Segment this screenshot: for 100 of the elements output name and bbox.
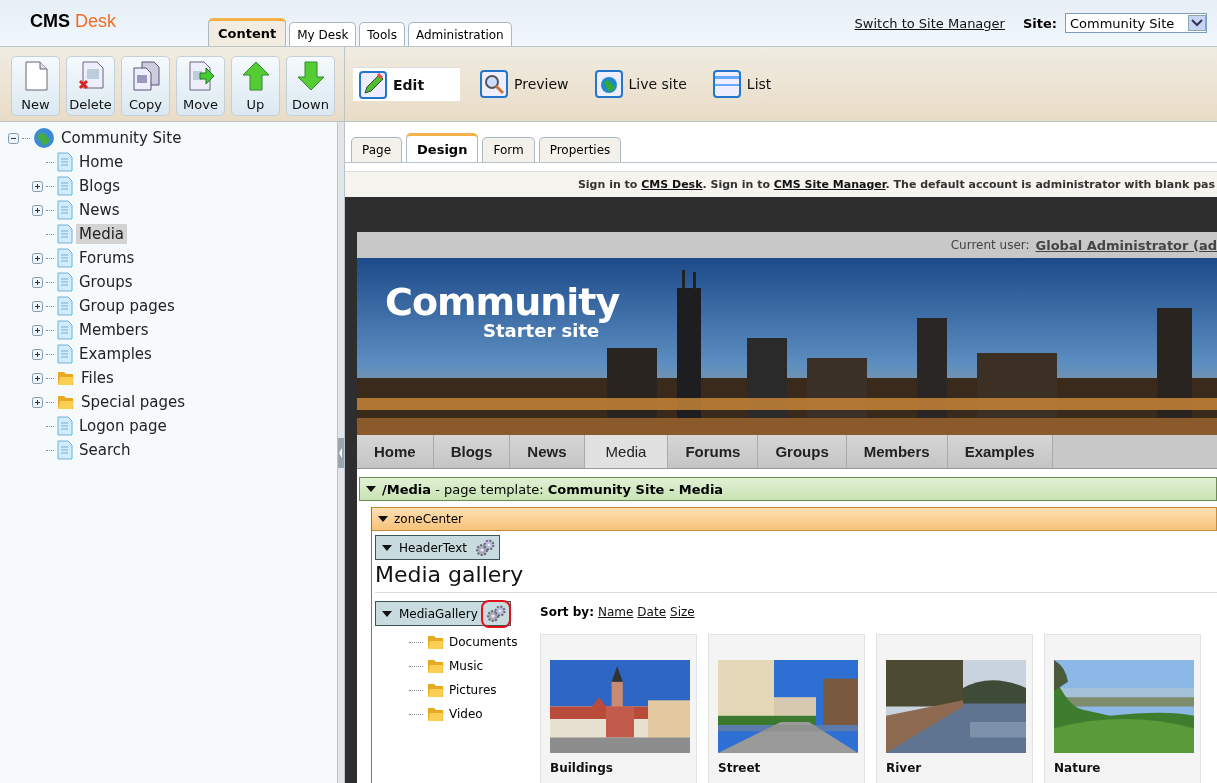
collapse-arrow-icon[interactable]: [378, 515, 388, 523]
tab[interactable]: Administration: [407, 22, 512, 46]
globe-icon: [33, 127, 55, 149]
switch-link[interactable]: Switch to Site Manager: [854, 15, 1005, 31]
tree-item[interactable]: Examples: [76, 344, 155, 364]
magnifier-icon: [480, 70, 508, 98]
tab[interactable]: My Desk: [289, 22, 357, 46]
gallery-card[interactable]: River: [876, 634, 1033, 783]
tree-item[interactable]: News: [76, 200, 123, 220]
view-mode-button[interactable]: Preview: [474, 67, 575, 101]
current-user-link[interactable]: Global Administrator (ad: [1035, 237, 1217, 253]
delete-page-icon: [77, 61, 104, 91]
folder-item[interactable]: Music: [449, 659, 484, 673]
sort-link[interactable]: Name: [597, 605, 634, 619]
nav-item[interactable]: Blogs: [433, 435, 511, 468]
folder-icon: [427, 634, 445, 650]
site-label: Site:: [1022, 15, 1057, 31]
sort-link[interactable]: Size: [670, 605, 695, 619]
expand-icon[interactable]: [32, 204, 43, 216]
site-dropdown[interactable]: Community Site: [1065, 13, 1207, 33]
toolbar-button[interactable]: Copy: [121, 56, 170, 116]
page-icon: [57, 224, 73, 244]
toolbar-button[interactable]: New: [11, 56, 60, 116]
tree-item[interactable]: Group pages: [76, 296, 178, 316]
page-icon: [57, 200, 73, 220]
link[interactable]: CMS Site Manager: [773, 178, 886, 191]
nav-item[interactable]: Groups: [758, 435, 847, 468]
folder-item[interactable]: Pictures: [449, 683, 497, 697]
tree-item[interactable]: Community Site: [58, 128, 185, 148]
collapse-arrow-icon[interactable]: [382, 543, 392, 552]
link[interactable]: CMS Desk: [641, 178, 703, 191]
gear-icon[interactable]: [473, 537, 496, 558]
tree-item[interactable]: Home: [76, 152, 127, 172]
tab[interactable]: Content: [208, 18, 287, 46]
page-icon: [22, 61, 49, 91]
nav-item[interactable]: Members: [846, 435, 948, 468]
gallery-caption: Street: [718, 761, 762, 775]
nav-item[interactable]: Forums: [668, 435, 759, 468]
collapse-arrow-icon[interactable]: [382, 609, 392, 618]
sort-link[interactable]: Date: [637, 605, 667, 619]
folder-item[interactable]: Video: [449, 707, 483, 721]
folder-icon: [57, 370, 75, 386]
folder-icon: [427, 682, 445, 698]
expand-icon[interactable]: [32, 348, 43, 360]
tab[interactable]: Properties: [538, 137, 622, 162]
tree-item[interactable]: Members: [76, 320, 152, 340]
pencil-icon: [359, 70, 387, 99]
page-icon: [57, 344, 73, 364]
page-heading: Media gallery: [375, 562, 525, 589]
copy-icon: [131, 61, 160, 91]
template-path: /Media - page template: Community Site - Media: [382, 481, 724, 497]
toolbar-button[interactable]: Down: [286, 56, 335, 116]
expand-icon[interactable]: [32, 396, 43, 408]
zone-name: zoneCenter: [394, 512, 464, 526]
nav-item[interactable]: News: [510, 435, 585, 468]
folder-item[interactable]: Documents: [449, 635, 518, 649]
nav-item[interactable]: Home: [357, 435, 434, 468]
toolbar-button[interactable]: Move: [176, 56, 225, 116]
tree-item[interactable]: Blogs: [76, 176, 123, 196]
gallery-card[interactable]: Street: [708, 634, 865, 783]
tab[interactable]: Design: [406, 133, 479, 162]
view-mode-button[interactable]: List: [706, 67, 778, 101]
gallery-card[interactable]: Buildings: [540, 634, 697, 783]
toolbar-button[interactable]: Up: [231, 56, 280, 116]
collapse-icon[interactable]: [8, 132, 19, 144]
page-icon: [57, 320, 73, 340]
view-mode-button[interactable]: Edit: [353, 67, 460, 101]
expand-icon[interactable]: [32, 300, 43, 312]
expand-icon[interactable]: [32, 276, 43, 288]
splitter-handle[interactable]: [338, 438, 344, 468]
tab[interactable]: Form: [482, 137, 535, 162]
expand-icon[interactable]: [32, 372, 43, 384]
logo-text: Desk: [75, 11, 116, 32]
view-mode-button[interactable]: Live site: [588, 67, 693, 101]
tree-item[interactable]: Forums: [76, 248, 138, 268]
collapse-arrow-icon[interactable]: [366, 485, 376, 493]
tree-item[interactable]: Search: [76, 440, 134, 460]
expand-icon[interactable]: [32, 180, 43, 192]
current-user-label: Current user:: [950, 238, 1030, 252]
toolbar-button[interactable]: Delete: [66, 56, 115, 116]
tab[interactable]: Tools: [359, 22, 405, 46]
page-icon: [57, 176, 73, 196]
page-icon: [57, 272, 73, 292]
nav-item[interactable]: Media: [584, 435, 669, 468]
expand-icon[interactable]: [32, 324, 43, 336]
logo-text: CMS: [30, 11, 70, 32]
tree-item[interactable]: Files: [78, 368, 117, 388]
page-icon: [57, 248, 73, 268]
nav-item[interactable]: Examples: [947, 435, 1053, 468]
page-icon: [57, 440, 73, 460]
tree-item[interactable]: Media: [76, 224, 128, 244]
expand-icon[interactable]: [32, 252, 43, 264]
tree-item[interactable]: Logon page: [76, 416, 170, 436]
gallery-card[interactable]: Nature: [1044, 634, 1201, 783]
folder-icon: [427, 658, 445, 674]
tree-item[interactable]: Special pages: [78, 392, 189, 412]
tree-item[interactable]: Groups: [76, 272, 136, 292]
tab[interactable]: Page: [351, 137, 403, 162]
down-arrow-icon: [296, 61, 325, 91]
list-icon: [712, 70, 741, 98]
